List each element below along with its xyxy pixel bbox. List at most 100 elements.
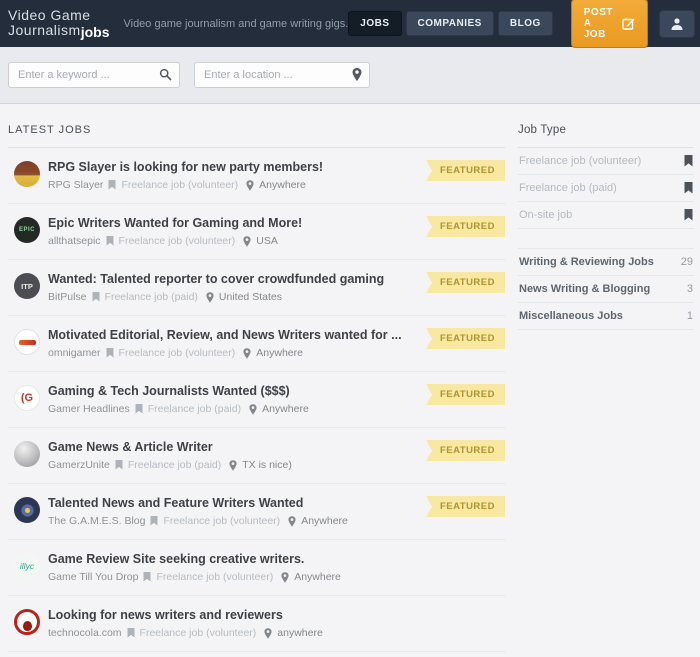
user-account-button[interactable] bbox=[658, 9, 695, 38]
job-company: Game Till You Drop bbox=[48, 571, 139, 583]
job-company: Gamer Headlines bbox=[48, 403, 130, 415]
company-avatar bbox=[14, 329, 40, 355]
job-list-item[interactable]: Motivated Editorial, Review, and News Wr… bbox=[8, 316, 505, 372]
job-type: Freelance job (volunteer) bbox=[118, 235, 236, 247]
job-list-item[interactable]: (G Gaming & Tech Journalists Wanted ($$$)… bbox=[8, 372, 505, 428]
job-meta: Game Till You Drop Freelance job (volunte… bbox=[48, 571, 505, 583]
map-pin-icon bbox=[246, 179, 254, 191]
search-bar bbox=[0, 47, 700, 104]
bookmark-icon bbox=[684, 155, 693, 167]
category-list: Writing & Reviewing Jobs 29 News Writing… bbox=[518, 248, 694, 330]
category-label: Writing & Reviewing Jobs bbox=[519, 256, 654, 268]
nav-blog-tab[interactable]: BLOG bbox=[497, 11, 553, 36]
job-company: The G.A.M.E.S. Blog bbox=[48, 515, 146, 527]
job-list-item[interactable]: Looking for news writers and reviewers te… bbox=[8, 596, 505, 652]
company-avatar bbox=[14, 497, 40, 523]
filter-freelance-paid[interactable]: Freelance job (paid) bbox=[518, 175, 694, 202]
latest-jobs-heading: LATEST JOBS bbox=[8, 124, 505, 148]
featured-badge: FEATURED bbox=[425, 384, 505, 405]
top-header: Video Game Journalismjobs Video game jou… bbox=[0, 0, 700, 48]
company-avatar bbox=[14, 161, 40, 187]
featured-badge: FEATURED bbox=[425, 496, 505, 517]
bookmark-icon bbox=[150, 516, 158, 526]
latest-jobs-section: LATEST JOBS RPG Slayer is looking for ne… bbox=[8, 124, 505, 652]
company-avatar: EPIC bbox=[14, 217, 40, 243]
bookmark-icon bbox=[106, 348, 114, 358]
avatar-graphic bbox=[18, 339, 36, 345]
job-company: GamerzUnite bbox=[48, 459, 110, 471]
map-pin-icon bbox=[281, 571, 289, 583]
map-pin-icon bbox=[249, 403, 257, 415]
bookmark-icon bbox=[684, 182, 693, 194]
category-news-blogging[interactable]: News Writing & Blogging 3 bbox=[518, 276, 694, 303]
job-list-item[interactable]: RPG Slayer is looking for new party memb… bbox=[8, 148, 505, 204]
company-avatar bbox=[14, 609, 40, 635]
avatar-graphic bbox=[20, 503, 34, 517]
filter-label: Freelance job (paid) bbox=[519, 182, 617, 194]
search-icon[interactable] bbox=[159, 68, 172, 81]
map-pin-icon bbox=[229, 459, 237, 471]
featured-badge: FEATURED bbox=[425, 160, 505, 181]
nav-companies-tab[interactable]: COMPANIES bbox=[405, 11, 494, 36]
post-a-job-label: POST A JOB bbox=[583, 7, 613, 40]
job-type: Freelance job (paid) bbox=[127, 459, 222, 471]
company-avatar: (G bbox=[14, 385, 40, 411]
category-miscellaneous[interactable]: Miscellaneous Jobs 1 bbox=[518, 303, 694, 330]
featured-badge: FEATURED bbox=[425, 328, 505, 349]
logo-jobs-suffix: jobs bbox=[80, 23, 110, 40]
bookmark-icon bbox=[127, 628, 135, 638]
map-pin-icon bbox=[288, 515, 296, 527]
main-nav: JOBS COMPANIES BLOG bbox=[348, 11, 553, 36]
page-content: LATEST JOBS RPG Slayer is looking for ne… bbox=[0, 104, 700, 652]
job-list-item[interactable]: ITP Wanted: Talented reporter to cover cr… bbox=[8, 260, 505, 316]
job-title[interactable]: Game Review Site seeking creative writer… bbox=[48, 552, 505, 566]
job-type: Freelance job (volunteer) bbox=[163, 515, 281, 527]
site-tagline: Video game journalism and game writing g… bbox=[123, 17, 349, 30]
category-label: Miscellaneous Jobs bbox=[519, 310, 623, 322]
keyword-input[interactable] bbox=[8, 62, 180, 88]
job-type: Freelance job (volunteer) bbox=[156, 571, 274, 583]
job-title[interactable]: Looking for news writers and reviewers bbox=[48, 608, 505, 622]
user-icon bbox=[670, 17, 684, 31]
job-company: RPG Slayer bbox=[48, 179, 104, 191]
nav-jobs-tab[interactable]: JOBS bbox=[348, 11, 402, 36]
filter-label: On-site job bbox=[519, 209, 573, 221]
logo-line1: Video Game bbox=[8, 6, 91, 23]
job-location: anywhere bbox=[277, 627, 323, 639]
category-count: 1 bbox=[686, 310, 693, 322]
filter-label: Freelance job (volunteer) bbox=[519, 155, 642, 167]
sidebar: Job Type Freelance job (volunteer) Freel… bbox=[518, 124, 694, 330]
company-avatar: ITP bbox=[14, 273, 40, 299]
post-a-job-button[interactable]: POST A JOB bbox=[570, 0, 648, 48]
job-type: Freelance job (volunteer) bbox=[139, 627, 257, 639]
category-label: News Writing & Blogging bbox=[519, 283, 651, 295]
job-list-item[interactable]: Talented News and Feature Writers Wanted… bbox=[8, 484, 505, 540]
job-type: Freelance job (paid) bbox=[147, 403, 242, 415]
job-list-item[interactable]: EPIC Epic Writers Wanted for Gaming and M… bbox=[8, 204, 505, 260]
map-pin-icon bbox=[352, 68, 362, 81]
filter-onsite-job[interactable]: On-site job bbox=[518, 202, 694, 229]
job-list-item[interactable]: Game News & Article Writer GamerzUnite Fre… bbox=[8, 428, 505, 484]
job-location: Anywhere bbox=[294, 571, 341, 583]
job-company: BitPulse bbox=[48, 291, 87, 303]
avatar-text: (G bbox=[20, 392, 34, 404]
map-pin-icon bbox=[206, 291, 214, 303]
site-logo[interactable]: Video Game Journalismjobs bbox=[8, 8, 109, 39]
company-avatar bbox=[14, 441, 40, 467]
category-writing-reviewing[interactable]: Writing & Reviewing Jobs 29 bbox=[518, 249, 694, 276]
job-type-heading: Job Type bbox=[518, 124, 694, 148]
location-input[interactable] bbox=[194, 62, 370, 88]
map-pin-icon bbox=[264, 627, 272, 639]
featured-badge: FEATURED bbox=[425, 440, 505, 461]
job-company: omnigamer bbox=[48, 347, 101, 359]
job-list-item[interactable]: illyc Game Review Site seeking creative w… bbox=[8, 540, 505, 596]
filter-freelance-volunteer[interactable]: Freelance job (volunteer) bbox=[518, 148, 694, 175]
bookmark-icon bbox=[106, 236, 114, 246]
avatar-text: EPIC bbox=[18, 227, 35, 233]
job-location: Anywhere bbox=[262, 403, 309, 415]
keyword-field-wrap bbox=[8, 62, 180, 88]
map-pin-icon bbox=[243, 235, 251, 247]
category-count: 29 bbox=[680, 256, 693, 268]
avatar-text: ITP bbox=[21, 281, 33, 291]
map-pin-icon bbox=[243, 347, 251, 359]
